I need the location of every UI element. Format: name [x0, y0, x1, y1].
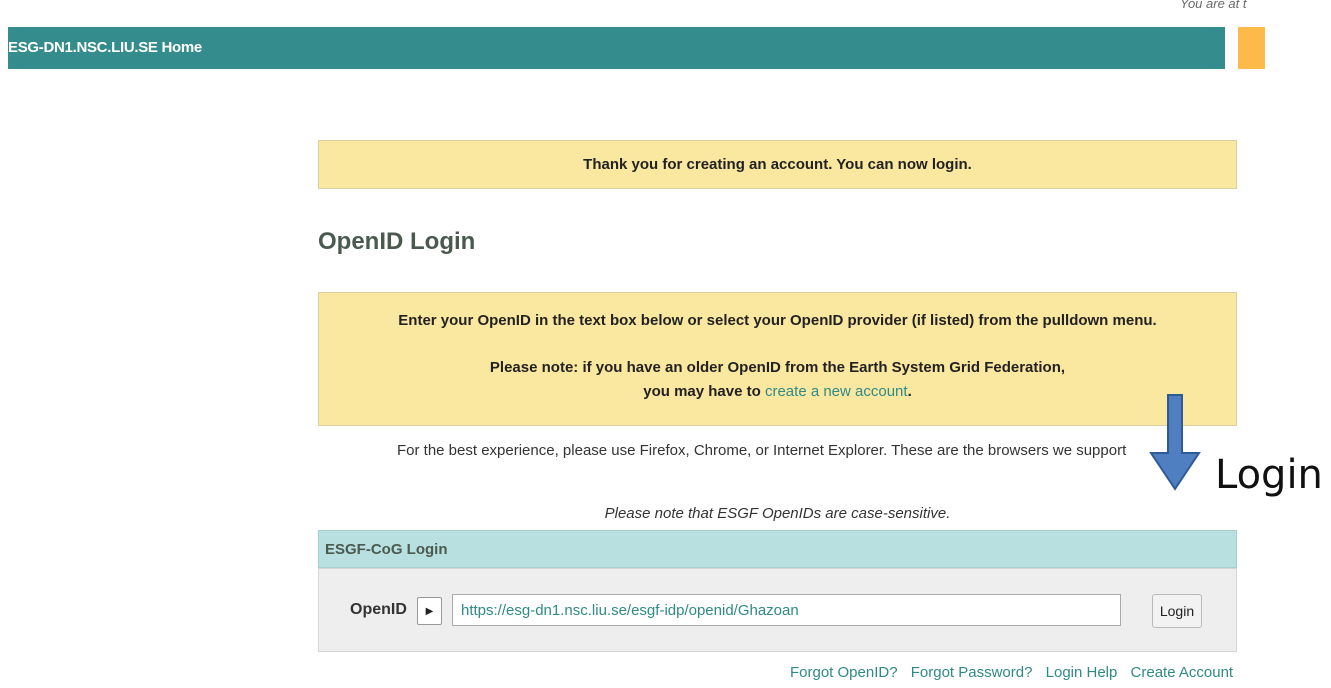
page-title: OpenID Login	[318, 228, 476, 255]
login-button[interactable]: Login	[1152, 594, 1202, 628]
caret-right-icon: ▶	[425, 605, 434, 617]
login-panel-header: ESGF-CoG Login	[318, 530, 1237, 568]
location-banner-text: You are at t	[1180, 0, 1247, 11]
create-account-link[interactable]: Create Account	[1131, 664, 1234, 681]
orange-tab[interactable]	[1238, 27, 1265, 69]
top-nav-bar: ESG-DN1.NSC.LIU.SE Home	[8, 27, 1225, 69]
info-line-1: Enter your OpenID in the text box below …	[398, 312, 1157, 329]
home-link[interactable]: ESG-DN1.NSC.LIU.SE Home	[8, 39, 202, 56]
login-panel-title: ESGF-CoG Login	[325, 541, 448, 558]
forgot-password-link[interactable]: Forgot Password?	[911, 664, 1033, 681]
notice-text: Thank you for creating an account. You c…	[583, 156, 972, 173]
openid-label: OpenID	[350, 601, 407, 618]
info-line-2: Please note: if you have an older OpenID…	[489, 359, 1066, 376]
annotation-login-label: Login	[1215, 452, 1323, 498]
browser-support-note: For the best experience, please use Fire…	[397, 442, 1127, 459]
info-line-3: you may have to create a new account.	[319, 383, 1236, 400]
create-new-account-link[interactable]: create a new account	[765, 383, 908, 400]
forgot-openid-link[interactable]: Forgot OpenID?	[790, 664, 898, 681]
openid-input[interactable]	[452, 594, 1121, 626]
provider-dropdown-button[interactable]: ▶	[417, 597, 442, 625]
case-sensitive-note: Please note that ESGF OpenIDs are case-s…	[604, 505, 951, 522]
footer-links: Forgot OpenID? Forgot Password? Login He…	[790, 664, 1242, 681]
info-line-3-prefix: you may have to	[643, 383, 765, 400]
openid-info-box: Enter your OpenID in the text box below …	[318, 292, 1237, 426]
down-arrow-icon	[1149, 394, 1201, 491]
login-help-link[interactable]: Login Help	[1046, 664, 1118, 681]
account-created-notice: Thank you for creating an account. You c…	[318, 140, 1237, 189]
info-line-3-suffix: .	[907, 383, 912, 400]
